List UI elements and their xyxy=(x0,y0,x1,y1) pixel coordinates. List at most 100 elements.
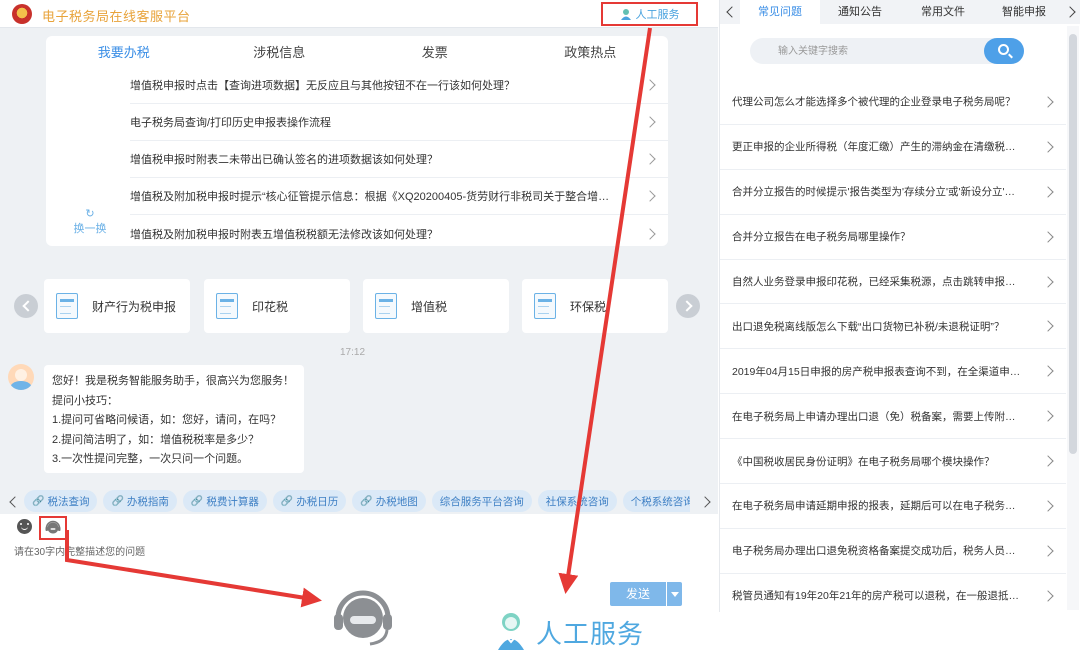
service-label: 印花税 xyxy=(252,299,289,314)
search-box xyxy=(750,38,1024,64)
document-icon xyxy=(216,293,238,319)
chevron-right-icon xyxy=(644,116,656,128)
faq-text: 《中国税收居民身份证明》在电子税务局哪个模块操作？ xyxy=(732,455,995,468)
chevron-right-icon xyxy=(1042,365,1054,377)
faq-item[interactable]: 在电子税务局上申请办理出口退（免）税备案，需要上传附送资料… xyxy=(720,394,1066,440)
question-item[interactable]: 增值税及附加税申报时提示“核心征管提示信息：根据《XQ20200405-货劳财行… xyxy=(130,178,668,215)
chip-label: 办税地图 xyxy=(375,495,418,508)
customer-service-button[interactable] xyxy=(39,516,67,540)
shortcut-chip[interactable]: 个税系统咨询 xyxy=(622,490,690,512)
message-line: 3.一次性提问完整，一次只问一个问题。 xyxy=(52,453,249,465)
chevron-right-icon xyxy=(644,153,656,165)
chevron-right-icon xyxy=(1042,230,1054,243)
faq-text: 税管员通知有19年20年21年的房产税可以退税，在一般退抵税理-误… xyxy=(732,590,1024,603)
faq-item[interactable]: 2019年04月15日申报的房产税申报表查询不到，在全渠道申报中查… xyxy=(720,349,1066,395)
shortcut-chips: 🔗 税法查询 🔗 办税指南 🔗 税费计算器 🔗 办税日历 🔗 办税地图 综合服务平台咨询 社保系统咨询… xyxy=(24,490,690,514)
shortcut-chip[interactable]: 🔗 办税地图 xyxy=(352,490,426,512)
shortcut-chip[interactable]: 🔗 办税日历 xyxy=(272,490,347,512)
tab-policy[interactable]: 政策热点 xyxy=(513,40,669,66)
chip-label: 个税系统咨询 xyxy=(630,495,690,508)
shortcut-chip[interactable]: 社保系统咨询 xyxy=(537,490,617,512)
search-input[interactable] xyxy=(750,38,980,64)
faq-item[interactable]: 自然人业务登录申报印花税，已经采集税源，点击跳转申报时候不… xyxy=(720,260,1066,305)
side-tabs: 常见问题 通知公告 常用文件 智能申报 xyxy=(720,0,1080,24)
tabs-prev-icon[interactable] xyxy=(720,0,738,24)
question-item[interactable]: 电子税务局查询/打印历史申报表操作流程 xyxy=(130,104,668,141)
question-list: 增值税申报时点击【查询进项数据】无反应且与其他按钮不在一行该如何处理？ 电子税务… xyxy=(130,67,668,252)
document-icon xyxy=(375,293,397,319)
faq-item[interactable]: 合并分立报告在电子税务局哪里操作？ xyxy=(720,215,1066,260)
services-next-button[interactable] xyxy=(676,294,700,318)
shortcut-chip[interactable]: 🔗 税费计算器 xyxy=(182,490,267,512)
tab-invoice[interactable]: 发票 xyxy=(357,40,513,66)
search-icon xyxy=(998,44,1009,55)
shortcut-chip[interactable]: 🔗 办税指南 xyxy=(103,490,177,512)
send-options-dropdown[interactable] xyxy=(667,582,682,606)
link-icon: 🔗 xyxy=(190,495,204,507)
app-root: 电子税务局在线客服平台 人工服务 我要办税 涉税信息 发票 政策热点 增值税申报… xyxy=(0,0,1080,656)
chevron-right-icon xyxy=(1042,410,1054,422)
shortcut-chip[interactable]: 🔗 税法查询 xyxy=(24,490,98,512)
chevron-right-icon xyxy=(1042,590,1054,602)
chat-panel: 电子税务局在线客服平台 人工服务 我要办税 涉税信息 发票 政策热点 增值税申报… xyxy=(0,0,718,612)
message-timestamp: 17:12 xyxy=(340,347,366,358)
chevron-right-icon xyxy=(1042,186,1054,198)
services-prev-button[interactable] xyxy=(14,294,38,318)
faq-item[interactable]: 更正申报的企业所得税（年度汇缴）产生的滞纳金在清缴税款时没有… xyxy=(720,125,1066,170)
service-card[interactable]: 增值税 xyxy=(363,279,509,333)
tab-tax-handling[interactable]: 我要办税 xyxy=(46,40,202,66)
human-service-button[interactable]: 人工服务 xyxy=(601,2,698,26)
faq-text: 电子税务局办理出口退免税资格备案提交成功后，税务人员在审核… xyxy=(732,545,1024,558)
faq-text: 更正申报的企业所得税（年度汇缴）产生的滞纳金在清缴税款时没有… xyxy=(732,141,1024,154)
service-card[interactable]: 环保税 xyxy=(522,279,668,333)
chip-label: 税费计算器 xyxy=(206,495,259,508)
chip-label: 税法查询 xyxy=(47,495,90,508)
faq-item[interactable]: 在电子税务局申请延期申报的报表，延期后可以在电子税务局上申… xyxy=(720,484,1066,529)
service-card[interactable]: 印花税 xyxy=(204,279,350,333)
service-label: 增值税 xyxy=(411,299,448,314)
tab-smart-filing[interactable]: 智能申报 xyxy=(984,0,1064,24)
refresh-button[interactable]: ↻ 换一换 xyxy=(68,208,112,236)
bot-avatar xyxy=(8,364,34,390)
faq-item[interactable]: 《中国税收居民身份证明》在电子税务局哪个模块操作？ xyxy=(720,439,1066,485)
question-item[interactable]: 增值税及附加税申报时附表五增值税税额无法修改该如何处理？ xyxy=(130,215,668,252)
tab-documents[interactable]: 常用文件 xyxy=(903,0,983,24)
chevron-right-icon xyxy=(1042,320,1054,333)
question-item[interactable]: 增值税申报时点击【查询进项数据】无反应且与其他按钮不在一行该如何处理？ xyxy=(130,67,668,104)
message-line: 2.提问简洁明了，如：增值税税率是多少？ xyxy=(52,433,260,446)
link-icon: 🔗 xyxy=(32,495,45,507)
service-card[interactable]: 财产行为税申报 xyxy=(44,279,190,333)
chevron-right-icon xyxy=(1042,500,1054,512)
shortcut-chip[interactable]: 综合服务平台咨询 xyxy=(431,490,532,512)
question-text: 增值税及附加税申报时提示“核心征管提示信息：根据《XQ20200405-货劳财行… xyxy=(130,191,620,203)
search-button[interactable] xyxy=(984,38,1024,64)
large-human-service-label: 人工服务 xyxy=(536,619,645,649)
tab-faq[interactable]: 常见问题 xyxy=(740,0,820,24)
tab-tax-info[interactable]: 涉税信息 xyxy=(202,40,358,66)
message-line: 提问小技巧： xyxy=(52,394,118,407)
chevron-right-icon xyxy=(1042,455,1054,467)
app-title: 电子税务局在线客服平台 xyxy=(42,9,191,24)
refresh-label: 换一换 xyxy=(73,223,107,235)
emoji-icon[interactable] xyxy=(17,519,32,534)
send-button[interactable]: 发送 xyxy=(610,582,666,606)
input-hint: 请在30字内完整描述您的问题 xyxy=(14,547,146,558)
scrollbar-thumb[interactable] xyxy=(1069,34,1077,454)
question-text: 增值税申报时点击【查询进项数据】无反应且与其他按钮不在一行该如何处理？ xyxy=(130,80,515,92)
service-label: 财产行为税申报 xyxy=(92,299,177,314)
chevron-right-icon xyxy=(1042,96,1054,108)
faq-item[interactable]: 代理公司怎么才能选择多个被代理的企业登录电子税务局呢？ xyxy=(720,80,1066,125)
chevron-left-icon[interactable] xyxy=(4,493,22,511)
chevron-right-icon[interactable] xyxy=(698,493,716,511)
question-item[interactable]: 增值税申报时附表二未带出已确认签名的进项数据该如何处理？ xyxy=(130,141,668,178)
faq-item[interactable]: 出口退免税离线版怎么下载“出口货物已补税/未退税证明”？ xyxy=(720,304,1066,350)
faq-text: 合并分立报告的时候提示'报告类型为'存续分立'或'新设分立'的，合… xyxy=(732,186,1024,199)
tab-notices[interactable]: 通知公告 xyxy=(820,0,900,24)
chevron-right-icon xyxy=(1042,275,1054,288)
faq-item[interactable]: 电子税务局办理出口退免税资格备案提交成功后，税务人员在审核… xyxy=(720,529,1066,574)
faq-list: 代理公司怎么才能选择多个被代理的企业登录电子税务局呢？ 更正申报的企业所得税（年度… xyxy=(720,80,1066,619)
service-label: 环保税 xyxy=(570,299,607,314)
chevron-right-icon xyxy=(644,190,656,202)
faq-item[interactable]: 合并分立报告的时候提示'报告类型为'存续分立'或'新设分立'的，合… xyxy=(720,170,1066,215)
tabs-next-icon[interactable] xyxy=(1063,0,1080,24)
